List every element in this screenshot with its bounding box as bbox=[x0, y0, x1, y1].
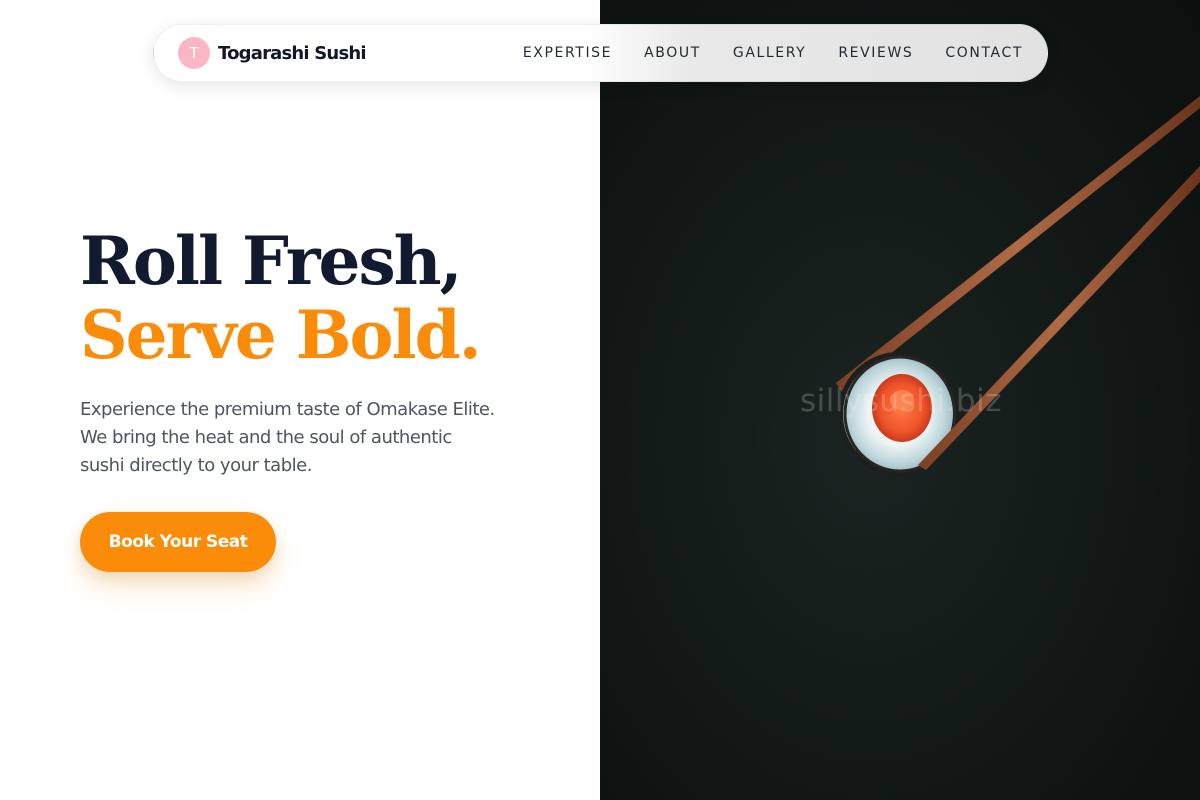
hero-title-line-2: Serve Bold. bbox=[80, 296, 482, 374]
brand-name: Togarashi Sushi bbox=[218, 42, 367, 64]
hero-section: Roll Fresh, Serve Bold. Experience the p… bbox=[80, 224, 550, 572]
nav-link-contact[interactable]: CONTACT bbox=[945, 45, 1023, 61]
brand-logo-icon: T bbox=[178, 37, 210, 69]
chopstick-back bbox=[836, 96, 1200, 392]
photo-watermark: sillysushi.biz bbox=[800, 383, 1002, 419]
hero-photo-panel: sillysushi.biz bbox=[600, 0, 1200, 800]
hero-title: Roll Fresh, Serve Bold. bbox=[80, 224, 550, 372]
nav-link-reviews[interactable]: REVIEWS bbox=[838, 45, 913, 61]
book-seat-button[interactable]: Book Your Seat bbox=[80, 512, 276, 572]
hero-title-line-1: Roll Fresh, bbox=[80, 222, 463, 300]
nav-link-gallery[interactable]: GALLERY bbox=[733, 45, 806, 61]
brand-home-link[interactable]: T Togarashi Sushi bbox=[178, 37, 367, 69]
nav-link-about[interactable]: ABOUT bbox=[644, 45, 701, 61]
nav-links: EXPERTISE ABOUT GALLERY REVIEWS CONTACT bbox=[491, 45, 1023, 61]
hero-subtitle: Experience the premium taste of Omakase … bbox=[80, 399, 495, 476]
nav-link-expertise[interactable]: EXPERTISE bbox=[523, 45, 612, 61]
top-navbar: T Togarashi Sushi EXPERTISE ABOUT GALLER… bbox=[153, 24, 1048, 82]
